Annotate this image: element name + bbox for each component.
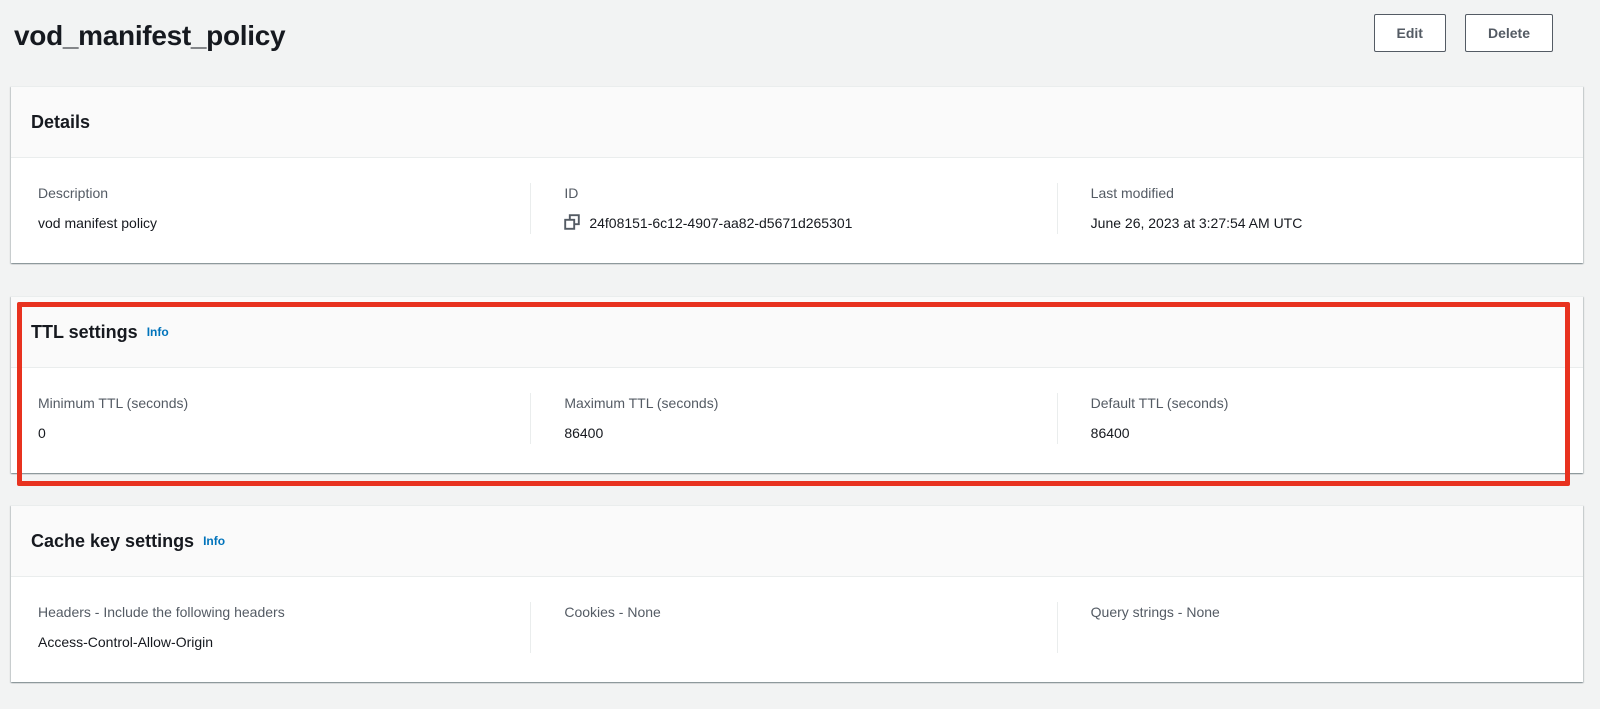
ttl-info-link[interactable]: Info <box>147 325 169 339</box>
cache-key-card-body: Headers - Include the following headers … <box>11 577 1583 682</box>
ttl-card-header: TTL settings Info <box>11 297 1583 368</box>
minimum-ttl-field: Minimum TTL (seconds) 0 <box>11 393 530 444</box>
cookies-field: Cookies - None <box>530 602 1056 653</box>
field-value: vod manifest policy <box>38 213 510 234</box>
field-label: Last modified <box>1091 183 1563 204</box>
ttl-settings-card: TTL settings Info Minimum TTL (seconds) 0… <box>11 296 1583 473</box>
copy-id-button[interactable] <box>564 214 580 233</box>
details-card: Details Description vod manifest policy … <box>11 86 1583 263</box>
cache-key-settings-card: Cache key settings Info Headers - Include… <box>11 505 1583 682</box>
field-label: Description <box>38 183 510 204</box>
maximum-ttl-field: Maximum TTL (seconds) 86400 <box>530 393 1056 444</box>
field-value: 86400 <box>1091 423 1563 444</box>
policy-id-value: 24f08151-6c12-4907-aa82-d5671d265301 <box>589 213 852 234</box>
query-strings-field: Query strings - None <box>1057 602 1583 653</box>
cache-policy-detail-page: vod_manifest_policy Edit Delete Details … <box>0 0 1600 682</box>
field-label: Cookies - None <box>564 602 1036 623</box>
field-label: Query strings - None <box>1091 602 1563 623</box>
field-value: 86400 <box>564 423 1036 444</box>
description-field: Description vod manifest policy <box>11 183 530 234</box>
content: Details Description vod manifest policy … <box>0 86 1600 682</box>
field-value: 24f08151-6c12-4907-aa82-d5671d265301 <box>564 213 1036 234</box>
ttl-settings-wrapper: TTL settings Info Minimum TTL (seconds) 0… <box>11 296 1583 473</box>
cache-key-card-header: Cache key settings Info <box>11 506 1583 577</box>
ttl-card-body: Minimum TTL (seconds) 0 Maximum TTL (sec… <box>11 368 1583 473</box>
details-card-header: Details <box>11 87 1583 158</box>
header-actions: Edit Delete <box>1374 12 1553 52</box>
ttl-settings-title: TTL settings <box>31 322 138 342</box>
field-value: 0 <box>38 423 510 444</box>
field-label: Default TTL (seconds) <box>1091 393 1563 414</box>
copy-icon <box>564 214 580 233</box>
id-field: ID 24f08151-6c12-4907-aa82-d5671d265301 <box>530 183 1056 234</box>
last-modified-field: Last modified June 26, 2023 at 3:27:54 A… <box>1057 183 1583 234</box>
field-value: June 26, 2023 at 3:27:54 AM UTC <box>1091 213 1563 234</box>
field-label: ID <box>564 183 1036 204</box>
field-label: Headers - Include the following headers <box>38 602 510 623</box>
default-ttl-field: Default TTL (seconds) 86400 <box>1057 393 1583 444</box>
edit-button[interactable]: Edit <box>1374 14 1446 52</box>
page-header: vod_manifest_policy Edit Delete <box>0 0 1600 60</box>
details-card-body: Description vod manifest policy ID <box>11 158 1583 263</box>
cache-key-info-link[interactable]: Info <box>203 534 225 548</box>
headers-field: Headers - Include the following headers … <box>11 602 530 653</box>
field-value: Access-Control-Allow-Origin <box>38 632 510 653</box>
delete-button[interactable]: Delete <box>1465 14 1553 52</box>
field-label: Maximum TTL (seconds) <box>564 393 1036 414</box>
details-title: Details <box>31 112 90 132</box>
field-label: Minimum TTL (seconds) <box>38 393 510 414</box>
page-title: vod_manifest_policy <box>14 12 285 60</box>
cache-key-settings-title: Cache key settings <box>31 531 194 551</box>
